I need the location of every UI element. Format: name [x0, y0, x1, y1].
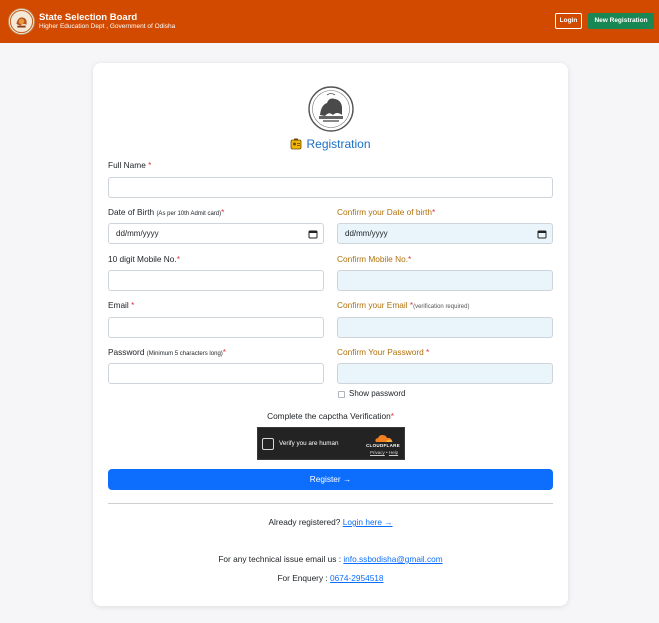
- captcha-widget: Verify you are human CLOUDFLARE Privacy …: [257, 427, 405, 460]
- enquiry-phone-link[interactable]: 0674-2954518: [330, 573, 384, 583]
- registration-heading: Registration: [93, 137, 568, 151]
- tech-issue-text: For any technical issue email us :: [218, 554, 342, 564]
- mobile-label: 10 digit Mobile No.*: [108, 254, 180, 264]
- confirm-dob-input[interactable]: dd/mm/yyyy: [337, 223, 553, 244]
- login-button[interactable]: Login: [555, 13, 582, 29]
- support-email-link[interactable]: info.ssbodisha@gmail.com: [343, 554, 442, 564]
- captcha-checkbox[interactable]: [262, 438, 274, 450]
- brand-subtitle: Higher Education Dept , Government of Od…: [39, 23, 176, 30]
- already-registered-line: Already registered? Login here →: [93, 517, 568, 527]
- show-password-checkbox[interactable]: [338, 391, 345, 398]
- calendar-icon[interactable]: [308, 229, 318, 239]
- captcha-help-link[interactable]: Help: [389, 450, 398, 455]
- id-card-icon: [291, 138, 302, 150]
- password-label: Password (Minimum 5 characters long)*: [108, 347, 227, 357]
- password-input[interactable]: [108, 363, 324, 384]
- registration-title: Registration: [306, 137, 371, 151]
- confirm-password-input[interactable]: [337, 363, 553, 384]
- brand-title: State Selection Board: [39, 12, 138, 23]
- confirm-password-label: Confirm Your Password *: [337, 347, 430, 357]
- dob-value: dd/mm/yyyy: [116, 229, 159, 238]
- odisha-emblem-icon: [308, 86, 354, 132]
- dob-input[interactable]: dd/mm/yyyy: [108, 223, 324, 244]
- captcha-links: Privacy • Help: [370, 450, 398, 455]
- show-password-label[interactable]: Show password: [349, 389, 405, 398]
- confirm-email-input[interactable]: [337, 317, 553, 338]
- confirm-email-label: Confirm your Email *(verification requir…: [337, 300, 470, 310]
- ssb-logo-icon: [8, 8, 35, 35]
- cloudflare-cloud-icon: [375, 435, 393, 442]
- cloudflare-logo-text: CLOUDFLARE: [366, 443, 400, 448]
- tech-support-line: For any technical issue email us : info.…: [93, 554, 568, 564]
- new-registration-button[interactable]: New Registration: [588, 13, 654, 29]
- email-label: Email *: [108, 300, 135, 310]
- registration-card: Registration Full Name * Date of Birth (…: [93, 63, 568, 606]
- captcha-text: Verify you are human: [279, 440, 339, 447]
- enquiry-text: For Enquery :: [277, 573, 328, 583]
- divider: [108, 503, 553, 504]
- full-name-label: Full Name *: [108, 160, 152, 170]
- top-navbar: State Selection Board Higher Education D…: [0, 0, 659, 43]
- captcha-privacy-link[interactable]: Privacy: [370, 450, 385, 455]
- captcha-label: Complete the capctha Verification*: [267, 411, 394, 421]
- captcha-separator: •: [386, 450, 388, 455]
- confirm-dob-value: dd/mm/yyyy: [345, 229, 388, 238]
- login-here-link[interactable]: Login here →: [343, 517, 393, 527]
- confirm-dob-label: Confirm your Date of birth*: [337, 207, 436, 217]
- already-registered-text: Already registered?: [268, 517, 341, 527]
- enquiry-line: For Enquery : 0674-2954518: [93, 573, 568, 583]
- register-button[interactable]: Register →: [108, 469, 553, 490]
- confirm-mobile-label: Confirm Mobile No.*: [337, 254, 412, 264]
- calendar-icon[interactable]: [537, 229, 547, 239]
- mobile-input[interactable]: [108, 270, 324, 291]
- email-input[interactable]: [108, 317, 324, 338]
- confirm-mobile-input[interactable]: [337, 270, 553, 291]
- dob-label: Date of Birth (As per 10th Admit card)*: [108, 207, 225, 217]
- full-name-input[interactable]: [108, 177, 553, 198]
